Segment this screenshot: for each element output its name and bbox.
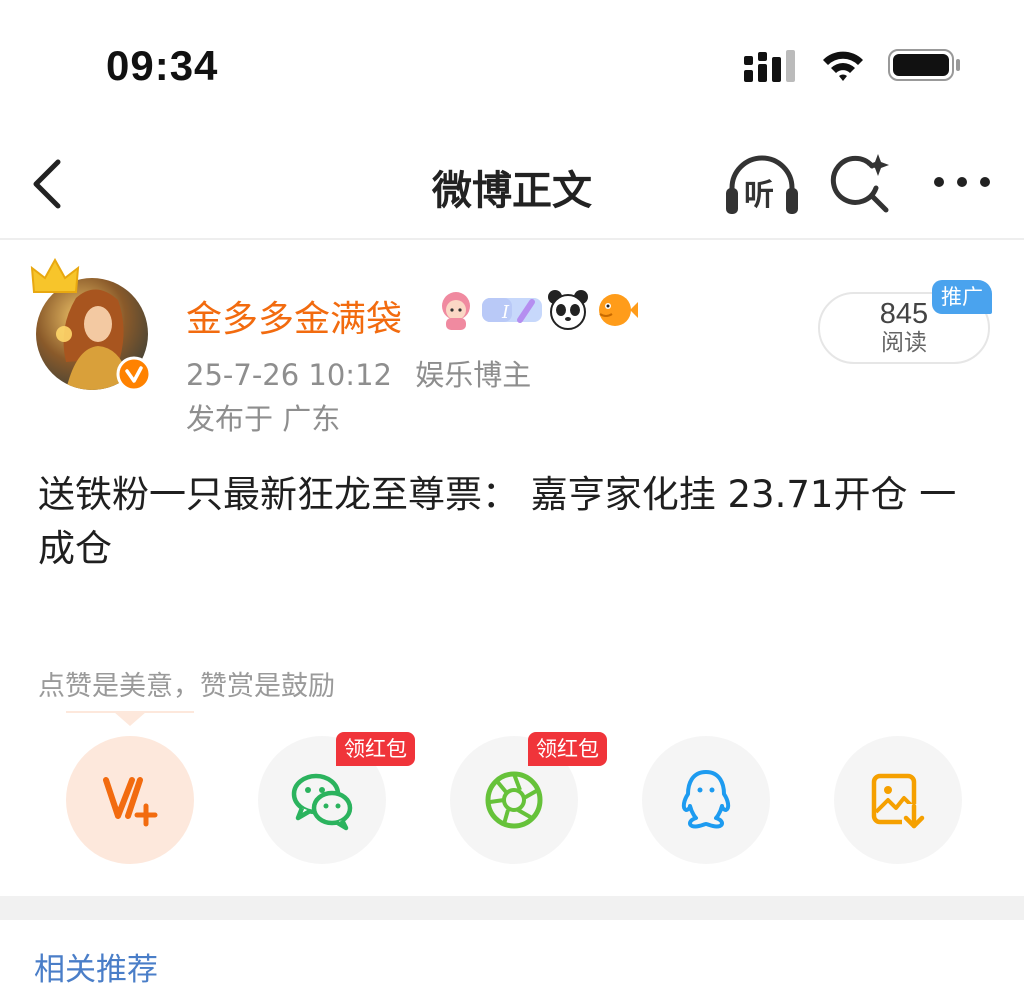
- more-button[interactable]: [930, 164, 994, 200]
- reward-hint: 点赞是美意，赞赏是鼓励: [38, 671, 335, 702]
- wechat-icon: [291, 773, 353, 831]
- signal-icon: [744, 50, 795, 82]
- save-image-button[interactable]: [834, 736, 962, 864]
- status-bar: 09:34: [0, 0, 1024, 120]
- related-recommendations-title[interactable]: 相关推荐: [34, 944, 158, 989]
- post-timestamp: 25-7-26 10:12: [186, 358, 392, 392]
- read-label: 阅读: [881, 330, 927, 356]
- level-badge-icon[interactable]: I: [482, 292, 542, 328]
- status-time: 09:34: [106, 42, 219, 89]
- qq-share-button[interactable]: [642, 736, 770, 864]
- ai-search-icon: [830, 154, 889, 213]
- share-row: 领红包 领红包: [66, 732, 966, 866]
- wifi-icon: [823, 51, 863, 81]
- post-meta: 25-7-26 10:12 娱乐博主: [186, 352, 531, 394]
- crown-icon: [30, 258, 80, 293]
- post-text: 送铁粉一只最新狂龙至尊票： 嘉亨家化挂 23.71开仓 一成仓: [38, 473, 957, 570]
- ai-search-button[interactable]: [830, 152, 892, 214]
- qq-icon: [681, 770, 731, 829]
- listen-label: 听: [744, 178, 774, 213]
- v-plus-icon: [103, 777, 158, 827]
- promo-tag[interactable]: 推广: [932, 280, 992, 314]
- moments-share-button[interactable]: 领红包: [450, 732, 607, 864]
- more-icon: [934, 177, 990, 187]
- panda-badge-icon[interactable]: [546, 288, 590, 332]
- listen-button[interactable]: 听: [722, 150, 802, 218]
- wechat-share-button[interactable]: 领红包: [258, 732, 415, 864]
- redpack-tag[interactable]: 领红包: [336, 732, 415, 766]
- v-plus-button[interactable]: [66, 736, 194, 864]
- battery-icon: [888, 49, 960, 81]
- moments-icon: [485, 771, 543, 829]
- section-divider: [0, 896, 1024, 920]
- nav-bar: 微博正文 听: [0, 128, 1024, 240]
- author-category: 娱乐博主: [415, 358, 532, 392]
- verified-icon: [116, 356, 152, 392]
- status-icons: [744, 48, 962, 82]
- princess-badge-icon[interactable]: [434, 288, 478, 332]
- author-badges: I: [434, 288, 638, 332]
- post-location: 发布于 广东: [186, 402, 341, 436]
- author-avatar[interactable]: [30, 258, 160, 394]
- tooltip-arrow: [114, 712, 146, 726]
- redpack-tag[interactable]: 领红包: [528, 732, 607, 766]
- pufferfish-badge-icon[interactable]: [594, 288, 638, 332]
- svg-text:I: I: [501, 302, 510, 323]
- author-name[interactable]: 金多多金满袋: [186, 290, 402, 342]
- save-image-icon: [871, 773, 926, 830]
